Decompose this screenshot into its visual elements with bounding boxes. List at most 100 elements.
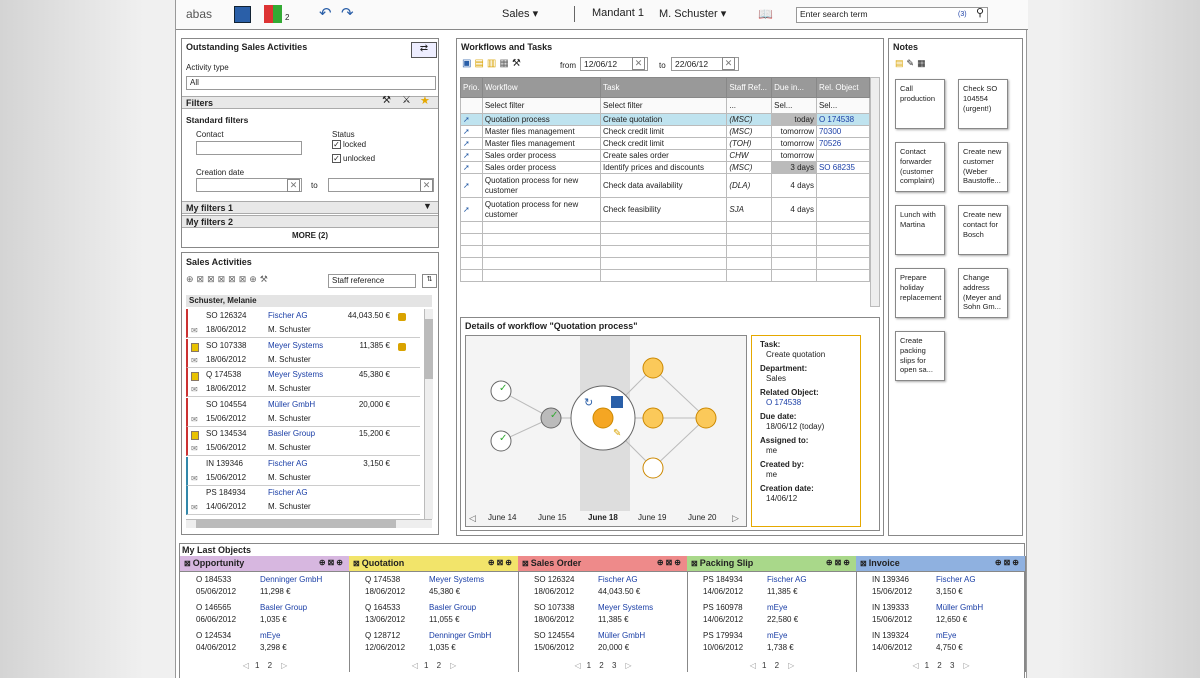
table-row[interactable]: ➚ Master files management Check credit lim… (460, 125, 871, 138)
sort-icon[interactable]: ⇅ (422, 274, 437, 288)
staff-reference-select[interactable]: Staff reference (328, 274, 416, 288)
list-item[interactable]: Q 128712 12/06/2012 Denninger GmbH 1,035 € (349, 628, 518, 656)
note-card[interactable]: Change address (Meyer and Sohn Gm... (958, 268, 1008, 318)
list-item[interactable]: ✉ IN 139346 15/06/2012 Fischer AG M. Schuste… (186, 456, 420, 486)
filter-select[interactable] (460, 97, 483, 114)
object-link[interactable]: 70300 (819, 127, 841, 136)
company-link[interactable]: Denninger GmbH (429, 631, 491, 640)
prev-page-icon[interactable]: ◁ (412, 661, 418, 670)
more-button[interactable]: MORE (2) (182, 229, 438, 243)
status-locked-option[interactable]: ✓ locked (332, 140, 366, 150)
list-item[interactable]: O 146565 06/06/2012 Basler Group 1,035 € (180, 600, 349, 628)
list-item[interactable]: Q 164533 13/06/2012 Basler Group 11,055 € (349, 600, 518, 628)
list-item[interactable]: ✉ SO 126324 18/06/2012 Fischer AG M. Schuste… (186, 309, 420, 338)
refresh-user-icon[interactable]: ⇄ (411, 42, 437, 58)
filter-select[interactable]: ... (726, 97, 773, 114)
list-item[interactable]: SO 124554 15/06/2012 Müller GmbH 20,000 € (518, 628, 687, 656)
list-item[interactable]: ✉ SO 104554 15/06/2012 Müller GmbH M. Schust… (186, 397, 420, 427)
pagination[interactable]: ◁ 1 2 3 ▷ (518, 661, 688, 670)
my-filters-1[interactable]: My filters 1 (182, 201, 438, 214)
object-column-header[interactable]: ⊠ Quotation ⊕⊠⊕ (349, 556, 518, 572)
scrollbar[interactable] (870, 77, 880, 307)
note-icon[interactable]: ▥ (487, 58, 499, 69)
note-card[interactable]: Create new customer (Weber Baustoffe... (958, 142, 1008, 192)
company-link[interactable]: Fischer AG (767, 575, 807, 584)
pagination[interactable]: ◁ 1 2 ▷ (180, 661, 350, 670)
refresh-icon[interactable]: ↻ (584, 396, 593, 409)
table-row[interactable]: ➚ Quotation process for new customer Check… (460, 197, 871, 222)
list-item[interactable]: PS 179934 10/06/2012 mEye 1,738 € (687, 628, 856, 656)
object-column-header[interactable]: ⊠ Packing Slip ⊕⊠⊕ (687, 556, 856, 572)
page-numbers[interactable]: 1 2 3 (587, 661, 620, 670)
company-link[interactable]: Basler Group (429, 603, 476, 612)
note-card[interactable]: Contact forwarder (customer complaint) (895, 142, 945, 192)
list-item[interactable]: IN 139346 15/06/2012 Fischer AG 3,150 € (856, 572, 1025, 600)
rel-object-link[interactable]: O 174538 (760, 398, 852, 408)
mandant-label[interactable]: Mandant 1 (592, 7, 644, 19)
undo-icon[interactable]: ↶ (319, 4, 332, 22)
company-link[interactable]: Meyer Systems (268, 341, 323, 350)
list-item[interactable]: Q 174538 18/06/2012 Meyer Systems 45,380 € (349, 572, 518, 600)
company-link[interactable]: Meyer Systems (598, 603, 653, 612)
workflow-diagram[interactable]: ✓ ✓ ✓ ↻ ✎ ◁ ▷ June 14 June 15 June 18 June … (465, 335, 747, 527)
company-link[interactable]: Fischer AG (936, 575, 976, 584)
collapse-icon[interactable]: ⊠ (353, 559, 360, 568)
module-selector[interactable]: Sales ▾ (502, 7, 538, 20)
page-numbers[interactable]: 1 2 (424, 661, 444, 670)
list-item[interactable]: PS 184934 14/06/2012 Fischer AG 11,385 € (687, 572, 856, 600)
prev-page-icon[interactable]: ◁ (574, 661, 580, 670)
toolbar-icons[interactable]: ⊕⊠⊠⊠⊠⊠⊕⚒ (186, 274, 271, 285)
company-link[interactable]: Müller GmbH (598, 631, 645, 640)
trash-icon[interactable]: ▦ (917, 58, 929, 68)
activity-type-select[interactable]: All (186, 76, 436, 90)
contact-input[interactable] (196, 141, 302, 155)
collapse-icon[interactable]: ⊠ (691, 559, 698, 568)
calendar-icon[interactable]: ✕ (287, 179, 300, 192)
filter-remove-icon[interactable]: ⚔ (402, 95, 411, 106)
status-unlocked-option[interactable]: ✓ unlocked (332, 154, 375, 164)
note-card[interactable]: Create new contact for Bosch (958, 205, 1008, 255)
pagination[interactable]: ◁ 1 2 ▷ (349, 661, 519, 670)
play-icon[interactable] (611, 396, 623, 408)
edit-icon[interactable]: ✎ (613, 428, 621, 439)
star-icon[interactable]: ★ (420, 94, 430, 107)
list-item[interactable]: SO 107338 18/06/2012 Meyer Systems 11,385 € (518, 600, 687, 628)
note-card[interactable]: Call production (895, 79, 945, 129)
next-page-icon[interactable]: ▷ (450, 661, 456, 670)
h-scrollbar[interactable] (186, 519, 432, 528)
calendar-icon[interactable]: ✕ (632, 57, 645, 70)
prev-page-icon[interactable]: ◁ (243, 661, 249, 670)
calendar-icon[interactable]: ✕ (722, 57, 735, 70)
search-icon[interactable]: ⚲ (976, 6, 984, 19)
tools-icon[interactable]: ⚒ (512, 58, 524, 69)
next-page-icon[interactable]: ▷ (625, 661, 631, 670)
node-pending[interactable] (642, 457, 664, 479)
column-header[interactable]: Staff Ref... (726, 77, 773, 98)
object-link[interactable]: O 174538 (819, 115, 854, 124)
add-note-icon[interactable]: ▤ (895, 58, 907, 68)
collapse-icon[interactable]: ⊠ (184, 559, 191, 568)
table-row[interactable]: ➚ Quotation process for new customer Check… (460, 173, 871, 198)
company-link[interactable]: Fischer AG (268, 488, 308, 497)
object-link[interactable]: SO 68235 (819, 163, 855, 172)
next-icon[interactable]: ▷ (732, 513, 739, 524)
table-row[interactable]: ➚ Sales order process Create sales order CH… (460, 149, 871, 162)
node-pending[interactable] (642, 407, 664, 429)
note-card[interactable]: Lunch with Martina (895, 205, 945, 255)
pagination[interactable]: ◁ 1 2 3 ▷ (856, 661, 1026, 670)
save-icon[interactable] (234, 6, 251, 23)
header-actions-icon[interactable]: ⊕⊠⊕ (826, 558, 852, 567)
page-numbers[interactable]: 1 2 (762, 661, 782, 670)
folder-icon[interactable]: ▤ (474, 58, 486, 69)
node-pending[interactable] (695, 407, 717, 429)
apps-icon[interactable] (264, 5, 282, 23)
user-menu[interactable]: M. Schuster ▾ (659, 7, 726, 20)
header-actions-icon[interactable]: ⊕⊠⊕ (657, 558, 683, 567)
trash-icon[interactable]: ▦ (499, 58, 511, 69)
workflow-toolbar[interactable]: ▣▤▥▦⚒ (462, 58, 524, 69)
object-column-header[interactable]: ⊠ Sales Order ⊕⊠⊕ (518, 556, 687, 572)
company-link[interactable]: Meyer Systems (268, 370, 323, 379)
list-item[interactable]: IN 139324 14/06/2012 mEye 4,750 € (856, 628, 1025, 656)
collapse-icon[interactable]: ⊠ (522, 559, 529, 568)
company-link[interactable]: Müller GmbH (936, 603, 983, 612)
